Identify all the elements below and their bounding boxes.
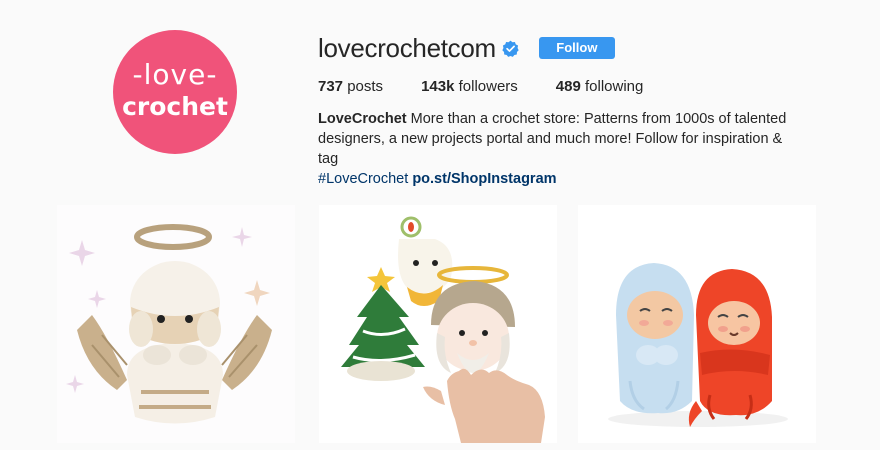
stat-posts[interactable]: 737 posts xyxy=(318,78,383,95)
stat-followers[interactable]: 143k followers xyxy=(421,78,518,95)
username: lovecrochetcom xyxy=(318,32,496,63)
following-count: 489 xyxy=(555,78,581,95)
avatar-logo-line2: crochet xyxy=(122,92,228,121)
following-label: following xyxy=(580,78,644,95)
profile-stats: 737 posts 143k followers 489 following xyxy=(318,78,681,95)
crochet-dolls-image xyxy=(578,205,816,443)
posts-label: posts xyxy=(343,78,384,95)
profile-avatar[interactable]: -love- crochet xyxy=(113,30,237,154)
followers-count: 143k xyxy=(421,78,455,95)
post-tile-ornaments[interactable] xyxy=(319,205,557,443)
followers-label: followers xyxy=(454,78,518,95)
verified-badge-icon xyxy=(502,40,519,57)
bio-name: LoveCrochet xyxy=(318,111,407,127)
avatar-logo-line1: -love- xyxy=(132,58,218,91)
stat-following[interactable]: 489 following xyxy=(556,78,644,95)
profile-bio: LoveCrochet More than a crochet store: P… xyxy=(318,109,798,189)
post-tile-dolls[interactable] xyxy=(578,205,816,443)
follow-button[interactable]: Follow xyxy=(538,37,615,59)
crochet-ornaments-image xyxy=(319,205,557,443)
username-row: lovecrochetcom Follow xyxy=(318,33,615,63)
posts-count: 737 xyxy=(318,78,344,95)
bio-hashtag-link[interactable]: #LoveCrochet xyxy=(318,171,408,187)
bio-website-link[interactable]: po.st/ShopInstagram xyxy=(412,171,556,187)
crochet-angel-image xyxy=(57,205,295,443)
post-tile-angel[interactable] xyxy=(57,205,295,443)
